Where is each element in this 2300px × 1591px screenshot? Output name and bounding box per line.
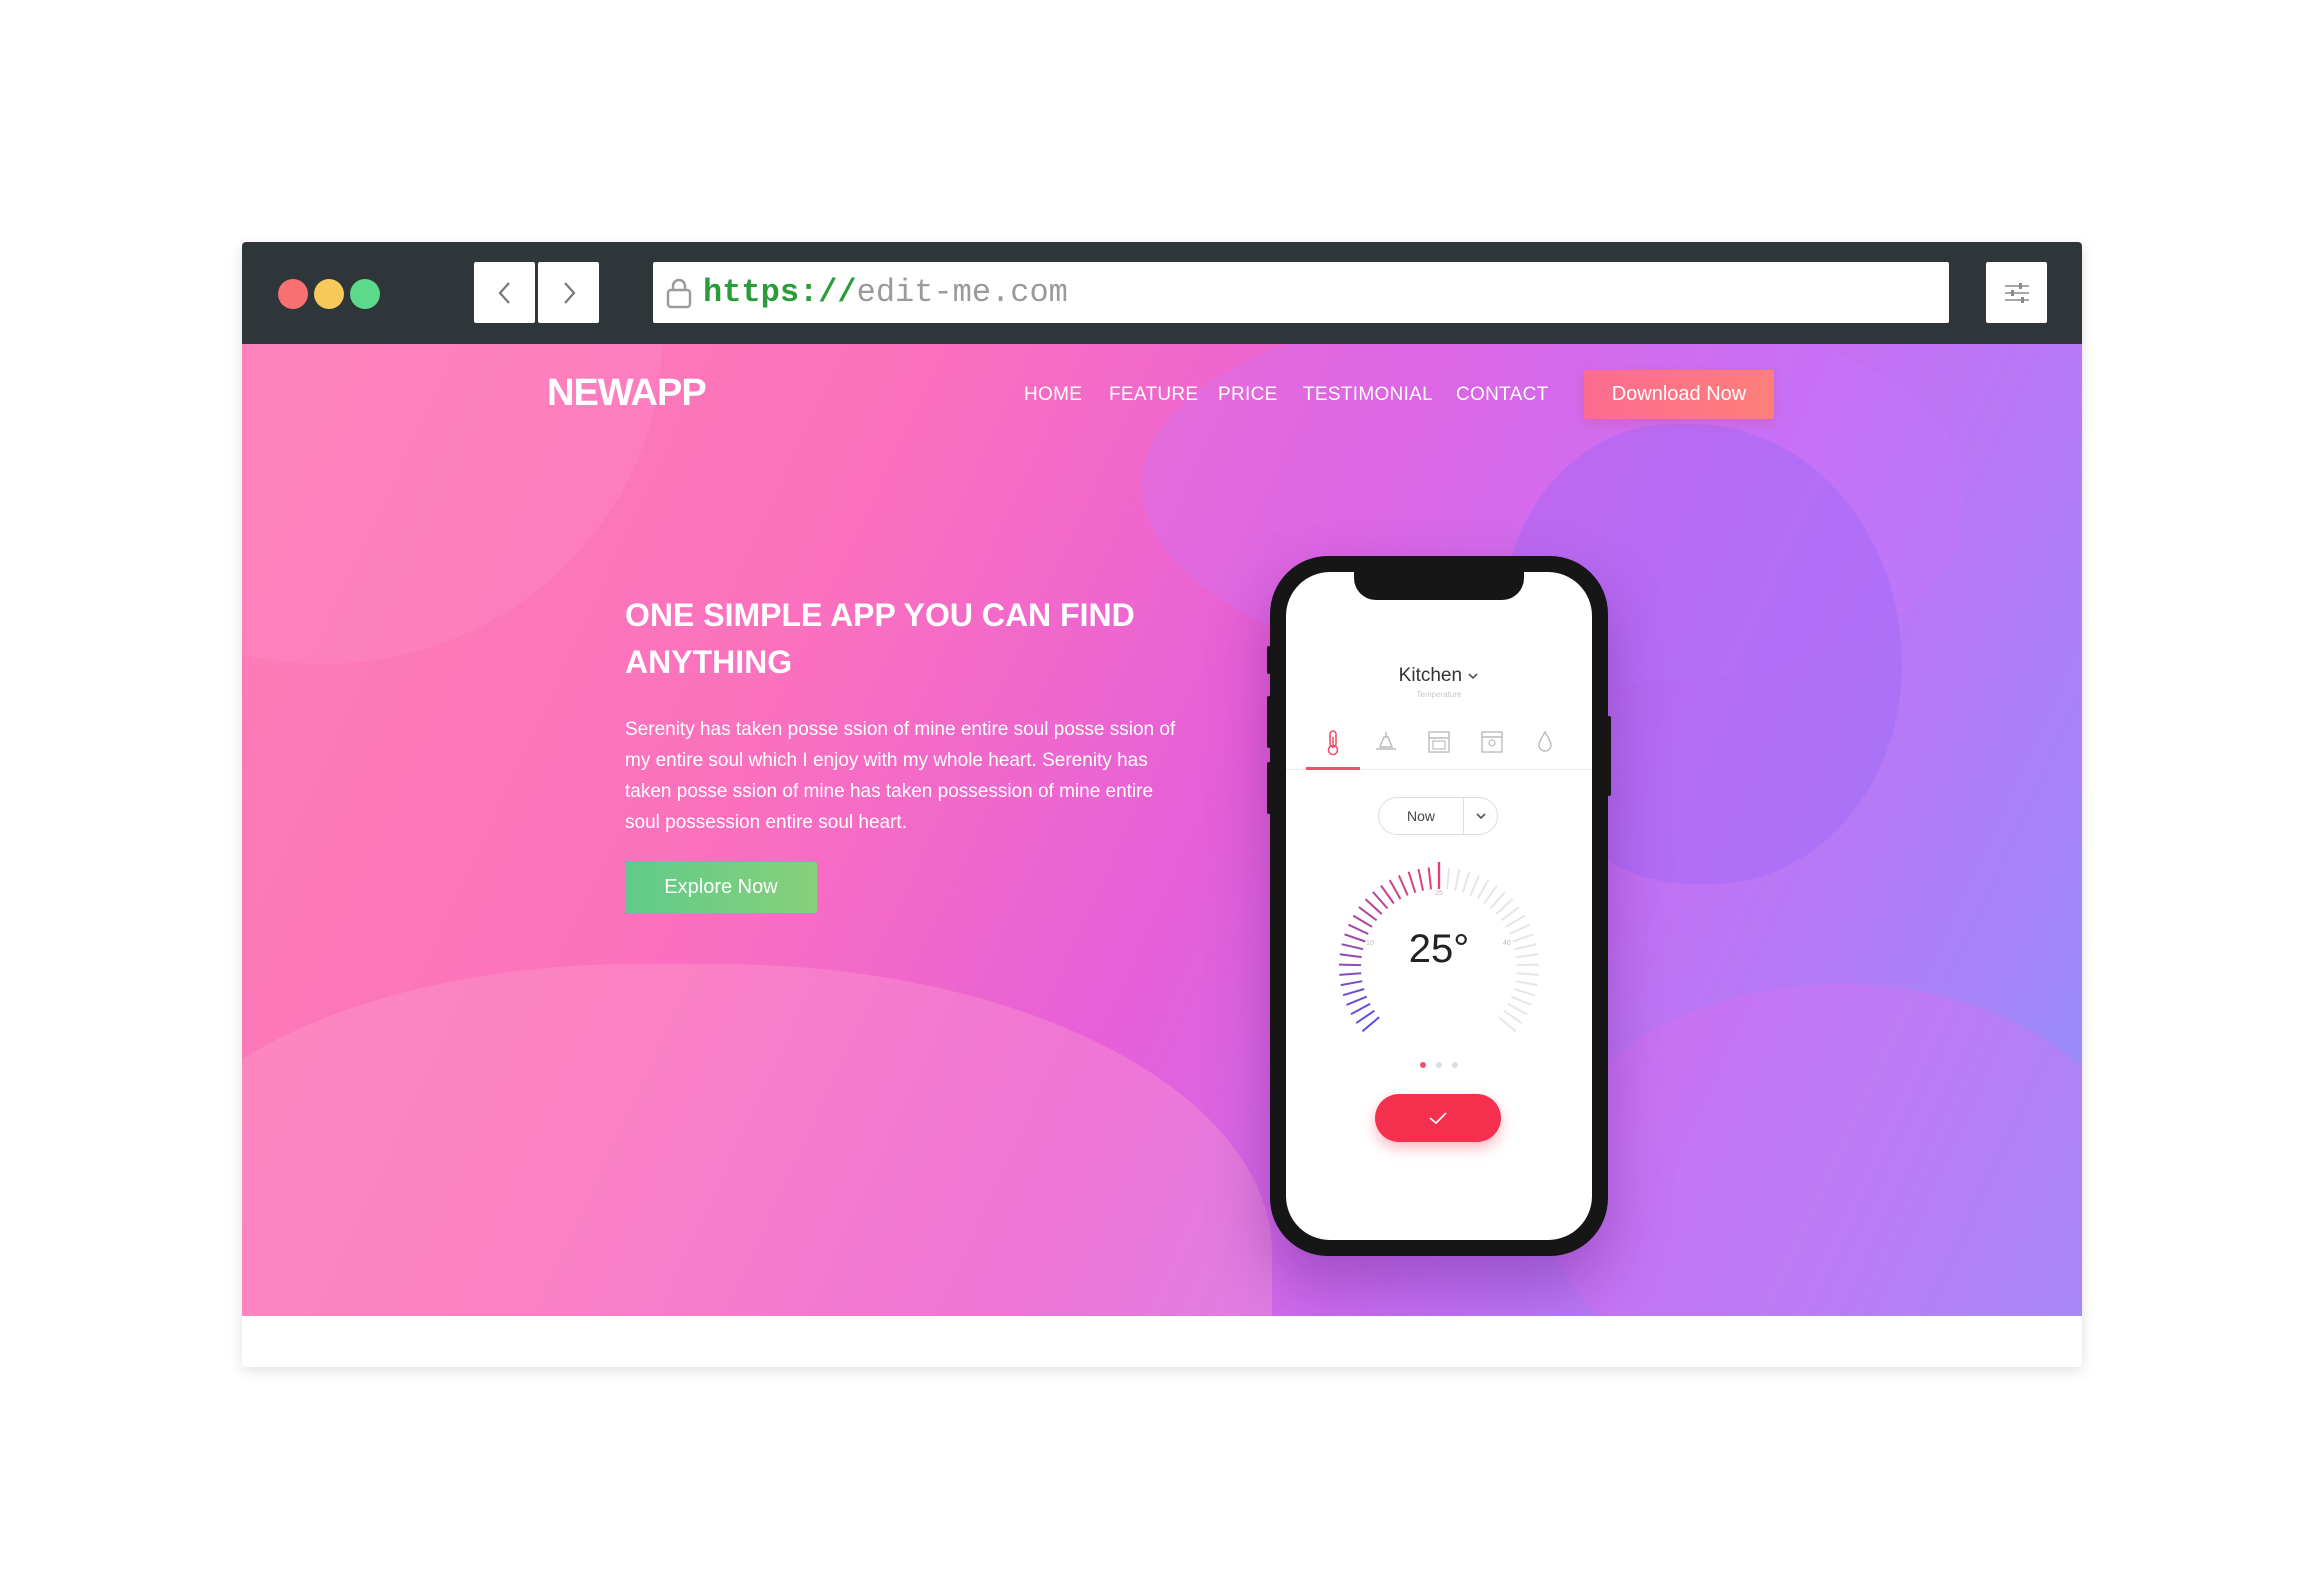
period-value: Now: [1406, 808, 1435, 824]
nav-testimonial[interactable]: TESTIMONIAL: [1303, 384, 1433, 406]
gauge-tick: [1355, 1009, 1375, 1024]
tab-fridge[interactable]: [1465, 722, 1519, 762]
room-selector[interactable]: Kitchen: [1286, 665, 1592, 687]
tab-oven[interactable]: [1412, 722, 1466, 762]
gauge-tick: [1339, 972, 1362, 976]
gauge-tick: [1513, 988, 1536, 997]
browser-toolbar: https://edit-me.com: [242, 242, 2082, 344]
gauge-tick: [1503, 1009, 1523, 1024]
gauge-tick: [1340, 980, 1363, 987]
nav-feature[interactable]: FEATURE: [1109, 384, 1198, 406]
gauge-tick: [1498, 1016, 1517, 1033]
room-caption: Temperature: [1416, 690, 1462, 699]
gauge-tick: [1515, 980, 1538, 987]
chevron-left-icon: [498, 281, 510, 304]
checkmark-icon: [1429, 1112, 1447, 1125]
page-footer-strip: [242, 1316, 2082, 1367]
gauge-tick: [1507, 1002, 1528, 1016]
maximize-window-button[interactable]: [350, 279, 380, 309]
confirm-button[interactable]: [1375, 1094, 1501, 1142]
gauge-tick: [1361, 1016, 1380, 1033]
gauge-mid-label: 25: [1435, 890, 1443, 897]
temperature-value: 25°: [1408, 927, 1470, 971]
active-tab-indicator: [1306, 767, 1360, 770]
url-scheme: https://: [703, 274, 857, 311]
sliders-icon: [2004, 282, 2029, 303]
close-window-button[interactable]: [278, 279, 308, 309]
gauge-tick: [1500, 906, 1520, 922]
site-logo[interactable]: NEWAPP: [547, 372, 707, 415]
gauge-tick: [1505, 914, 1526, 928]
thermometer-icon: [1327, 730, 1339, 756]
download-now-button[interactable]: Download Now: [1584, 370, 1774, 419]
lamp-icon: [1376, 732, 1396, 750]
tab-lamp[interactable]: [1359, 722, 1413, 762]
gauge-tick: [1427, 867, 1432, 890]
gauge-tick: [1346, 995, 1368, 1006]
fridge-icon: [1481, 731, 1503, 753]
settings-button[interactable]: [1986, 262, 2047, 323]
hero-headline: ONE SIMPLE APP YOU CAN FIND ANYTHING: [625, 597, 1135, 680]
water-drop-icon: [1538, 730, 1552, 752]
page-dot[interactable]: [1452, 1062, 1458, 1068]
background-blob: [1542, 984, 2082, 1316]
page-dot[interactable]: [1420, 1062, 1426, 1068]
tab-water[interactable]: [1518, 722, 1572, 762]
phone-mockup: Kitchen Temperature Now 25 10 40 25°: [1267, 556, 1611, 1256]
chevron-down-icon: [1468, 673, 1478, 680]
nav-price[interactable]: PRICE: [1218, 384, 1278, 406]
phone-mute-switch: [1267, 646, 1271, 674]
address-bar[interactable]: https://edit-me.com: [653, 262, 1949, 323]
tab-thermometer[interactable]: [1306, 722, 1360, 762]
hero-section: NEWAPP HOME FEATURE PRICE TESTIMONIAL CO…: [242, 344, 2082, 1316]
phone-notch: [1354, 572, 1524, 600]
page-indicator: [1286, 1062, 1592, 1068]
forward-button[interactable]: [538, 262, 599, 323]
phone-screen: Kitchen Temperature Now 25 10 40 25°: [1286, 572, 1592, 1240]
gauge-tick: [1454, 868, 1461, 891]
gauge-tick: [1495, 898, 1514, 915]
phone-power-button: [1607, 716, 1611, 796]
nav-home[interactable]: HOME: [1024, 384, 1082, 406]
oven-icon: [1428, 731, 1450, 753]
gauge-tick: [1446, 867, 1451, 890]
gauge-tick: [1364, 898, 1383, 915]
gauge-tick: [1510, 995, 1532, 1006]
chevron-down-icon: [1464, 811, 1497, 821]
minimize-window-button[interactable]: [314, 279, 344, 309]
device-tabs: [1286, 718, 1592, 770]
phone-volume-down: [1267, 762, 1271, 814]
lock-icon: [665, 277, 693, 309]
gauge-tick: [1352, 914, 1373, 928]
page-dot[interactable]: [1436, 1062, 1442, 1068]
nav-contact[interactable]: CONTACT: [1456, 384, 1549, 406]
browser-window: https://edit-me.com NEWAPP HOME FEATURE …: [242, 242, 2082, 1367]
gauge-tick: [1350, 1002, 1371, 1016]
room-name: Kitchen: [1398, 665, 1463, 686]
gauge-tick: [1417, 868, 1424, 891]
chevron-right-icon: [563, 281, 575, 304]
gauge-tick: [1342, 988, 1365, 997]
explore-now-button[interactable]: Explore Now: [625, 862, 817, 913]
gauge-tick: [1516, 972, 1539, 976]
back-button[interactable]: [474, 262, 535, 323]
period-select[interactable]: Now: [1378, 797, 1498, 835]
url-host: edit-me.com: [856, 274, 1068, 311]
hero-paragraph: Serenity has taken posse ssion of mine e…: [625, 719, 1176, 833]
background-blob: [242, 964, 1272, 1316]
gauge-tick: [1358, 906, 1378, 922]
phone-volume-up: [1267, 696, 1271, 748]
